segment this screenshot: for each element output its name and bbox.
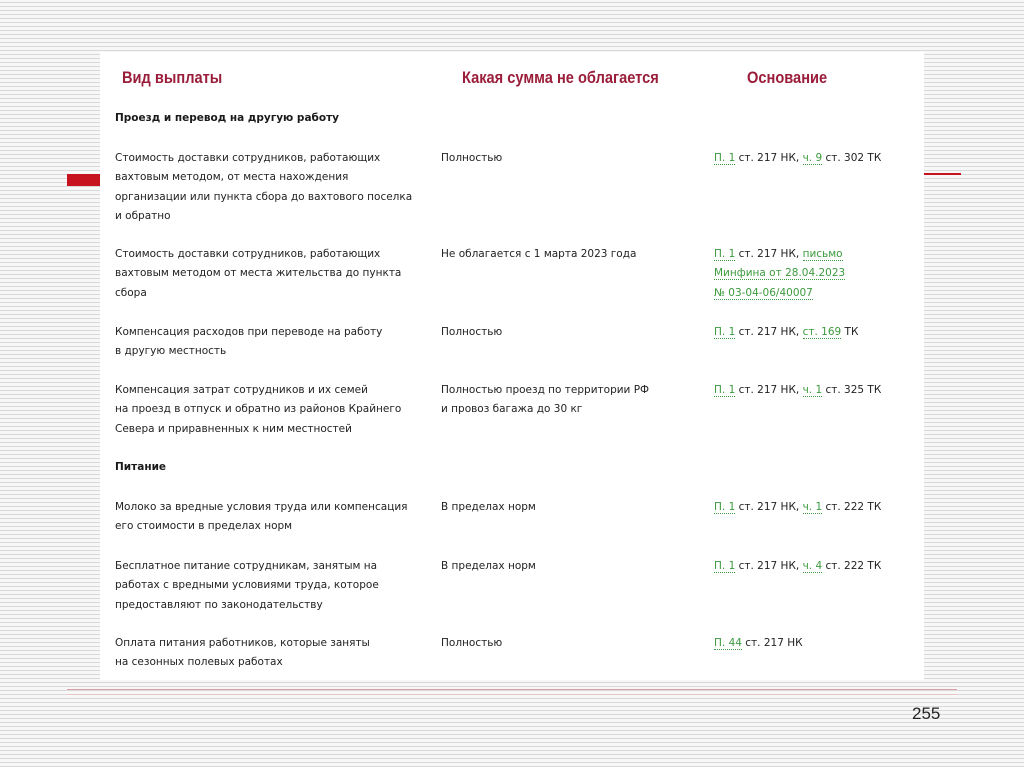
cell-exempt-amount: Полностью проезд по территории РФ и прово… — [441, 381, 686, 420]
decorative-red-bar — [67, 174, 100, 186]
text-line: Не облагается с 1 марта 2023 года — [441, 248, 637, 260]
basis-text: ст. 217 НК, — [735, 560, 803, 572]
section-title: Питание — [115, 461, 167, 473]
legal-reference-link[interactable]: ч. 4 — [802, 560, 823, 573]
text-line: организации или пункта сбора до вахтовог… — [115, 190, 413, 203]
cell-payment-type: Молоко за вредные условия труда или комп… — [115, 498, 420, 537]
text-line: на проезд в отпуск и обратно из районов … — [115, 403, 402, 416]
text-line: Компенсация расходов при переводе на раб… — [115, 326, 383, 338]
text-line: сбора — [115, 286, 147, 299]
legal-reference-link[interactable]: письмо — [802, 248, 843, 261]
basis-text: ст. 217 НК, — [735, 384, 803, 396]
section-title: Проезд и перевод на другую работу — [115, 112, 340, 124]
cell-payment-type: Бесплатное питание сотрудникам, занятым … — [115, 557, 420, 615]
text-line: Полностью — [441, 637, 503, 649]
decorative-red-line — [924, 173, 961, 175]
basis-text: ст. 302 ТК — [822, 152, 882, 164]
legal-reference-link[interactable]: Минфина от 28.04.2023 — [714, 267, 846, 281]
header-payment-type: Вид выплаты — [122, 68, 223, 87]
basis-text: ст. 217 НК, — [735, 248, 803, 260]
footer-divider — [67, 689, 957, 690]
basis-text: ст. 325 ТК — [822, 384, 882, 396]
cell-exempt-amount: В пределах норм — [441, 498, 686, 517]
text-line: и обратно — [115, 209, 171, 222]
legal-reference-link[interactable]: П. 1 — [714, 560, 736, 573]
text-line: вахтовым методом от места жительства до … — [115, 267, 402, 280]
basis-line: П. 1 ст. 217 НК, ст. 169 ТК — [714, 323, 914, 342]
text-line: В пределах норм — [441, 501, 536, 513]
basis-text: ст. 217 НК, — [735, 501, 803, 513]
text-line: на сезонных полевых работах — [115, 656, 283, 669]
basis-line: № 03-04-06/40007 — [714, 284, 914, 303]
header-basis: Основание — [747, 68, 828, 87]
text-line: Полностью — [441, 326, 503, 338]
basis-line: П. 1 ст. 217 НК, письмо — [714, 245, 914, 264]
text-line: Полностью проезд по территории РФ — [441, 384, 650, 396]
legal-reference-link[interactable]: П. 1 — [714, 326, 736, 339]
cell-exempt-amount: Полностью — [441, 149, 686, 168]
text-line: Стоимость доставки сотрудников, работающ… — [115, 152, 381, 164]
legal-reference-link[interactable]: ч. 9 — [802, 152, 823, 165]
cell-basis: П. 1 ст. 217 НК, ч. 1 ст. 222 ТК — [714, 498, 914, 517]
cell-payment-type: Оплата питания работников, которые занят… — [115, 634, 420, 673]
cell-exempt-amount: В пределах норм — [441, 557, 686, 576]
legal-reference-link[interactable]: ст. 169 — [802, 326, 842, 339]
text-line: Молоко за вредные условия труда или комп… — [115, 501, 408, 513]
cell-basis: П. 1 ст. 217 НК, письмо Минфина от 28.04.… — [714, 245, 914, 303]
legal-reference-link[interactable]: П. 1 — [714, 152, 736, 165]
basis-text: ст. 217 НК — [741, 637, 803, 649]
legal-reference-link[interactable]: П. 1 — [714, 384, 736, 397]
cell-exempt-amount: Не облагается с 1 марта 2023 года — [441, 245, 686, 264]
text-line: Севера и приравненных к ним местностей — [115, 422, 352, 435]
basis-text: ТК — [841, 326, 859, 338]
text-line: Оплата питания работников, которые занят… — [115, 637, 370, 649]
basis-line: П. 1 ст. 217 НК, ч. 1 ст. 325 ТК — [714, 381, 914, 400]
basis-line: П. 44 ст. 217 НК — [714, 634, 914, 653]
legal-reference-link[interactable]: ч. 1 — [802, 384, 823, 397]
cell-payment-type: Стоимость доставки сотрудников, работающ… — [115, 149, 420, 226]
cell-basis: П. 1 ст. 217 НК, ч. 9 ст. 302 ТК — [714, 149, 914, 168]
cell-payment-type: Стоимость доставки сотрудников, работающ… — [115, 245, 420, 303]
legal-reference-link[interactable]: П. 44 — [714, 637, 742, 650]
text-line: Компенсация затрат сотрудников и их семе… — [115, 384, 368, 396]
text-line: предоставляют по законодательству — [115, 598, 323, 611]
cell-basis: П. 1 ст. 217 НК, ст. 169 ТК — [714, 323, 914, 342]
basis-text: ст. 217 НК, — [735, 326, 803, 338]
basis-text: ст. 217 НК, — [735, 152, 803, 164]
text-line: в другую местность — [115, 345, 227, 358]
text-line: В пределах норм — [441, 560, 536, 572]
text-line: работах с вредными условиями труда, кото… — [115, 579, 379, 592]
cell-basis: П. 44 ст. 217 НК — [714, 634, 914, 653]
cell-exempt-amount: Полностью — [441, 634, 686, 653]
basis-line: П. 1 ст. 217 НК, ч. 9 ст. 302 ТК — [714, 149, 914, 168]
cell-basis: П. 1 ст. 217 НК, ч. 4 ст. 222 ТК — [714, 557, 914, 576]
page-number: 255 — [912, 704, 941, 723]
cell-payment-type: Компенсация расходов при переводе на раб… — [115, 323, 420, 362]
text-line: вахтовым методом, от места нахождения — [115, 171, 349, 184]
legal-reference-link[interactable]: № 03-04-06/40007 — [714, 286, 813, 300]
basis-line: П. 1 ст. 217 НК, ч. 1 ст. 222 ТК — [714, 498, 914, 517]
basis-text: ст. 222 ТК — [822, 560, 882, 572]
text-line: и провоз багажа до 30 кг — [441, 403, 583, 416]
text-line: Стоимость доставки сотрудников, работающ… — [115, 248, 381, 260]
legal-reference-link[interactable]: П. 1 — [714, 501, 736, 514]
footer-divider-secondary — [67, 694, 957, 695]
legal-reference-link[interactable]: П. 1 — [714, 248, 736, 261]
cell-basis: П. 1 ст. 217 НК, ч. 1 ст. 325 ТК — [714, 381, 914, 400]
header-exempt-amount: Какая сумма не облагается — [462, 68, 659, 87]
basis-line: Минфина от 28.04.2023 — [714, 264, 914, 283]
cell-exempt-amount: Полностью — [441, 323, 686, 342]
basis-line: П. 1 ст. 217 НК, ч. 4 ст. 222 ТК — [714, 557, 914, 576]
basis-text: ст. 222 ТК — [822, 501, 882, 513]
text-line: Полностью — [441, 152, 503, 164]
text-line: Бесплатное питание сотрудникам, занятым … — [115, 560, 378, 572]
legal-reference-link[interactable]: ч. 1 — [802, 501, 823, 514]
text-line: его стоимости в пределах норм — [115, 520, 293, 533]
table-panel: Вид выплаты Какая сумма не облагается Ос… — [100, 52, 924, 680]
cell-payment-type: Компенсация затрат сотрудников и их семе… — [115, 381, 420, 439]
